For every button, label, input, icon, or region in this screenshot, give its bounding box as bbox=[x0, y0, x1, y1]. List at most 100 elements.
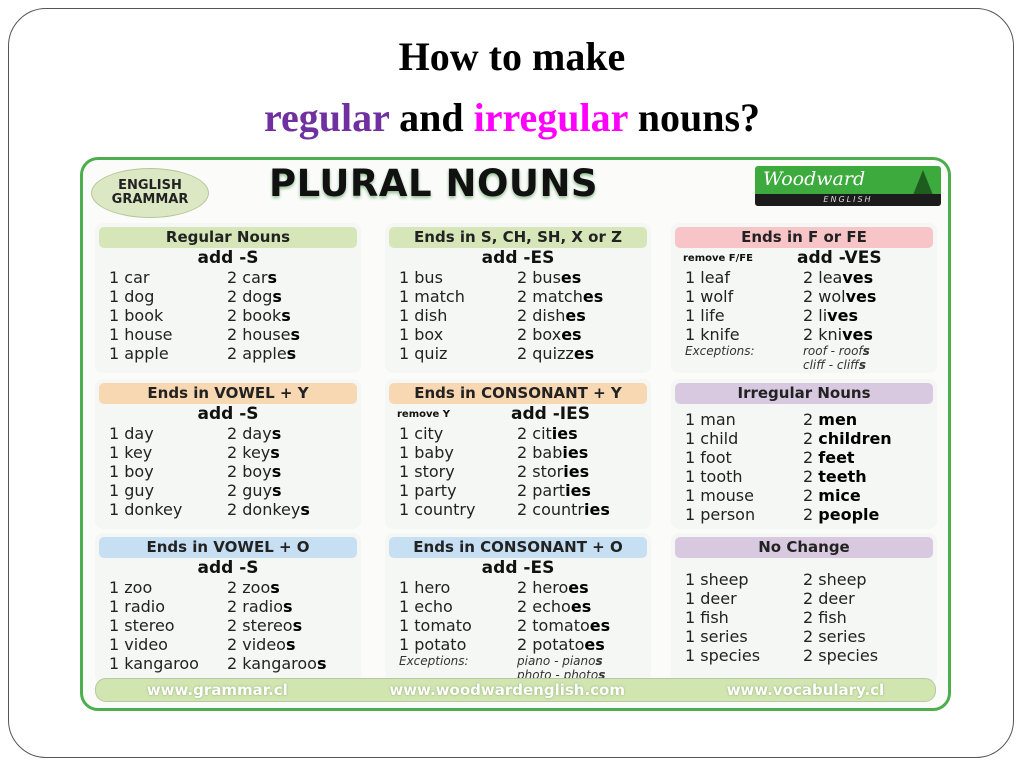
plural-stem: 2 bbox=[803, 505, 819, 524]
noun-row: 1 book 2 books bbox=[109, 306, 361, 325]
noun-row: 1 apple 2 apples bbox=[109, 344, 361, 363]
plural: 2 echoes bbox=[517, 597, 591, 616]
noun-row: 1 car 2 cars bbox=[109, 268, 361, 287]
plural: 2 quizzes bbox=[517, 344, 594, 363]
plural: 2 stories bbox=[517, 462, 589, 481]
noun-row: 1 person 2 people bbox=[685, 505, 937, 524]
logo-name: Woodward bbox=[763, 168, 866, 190]
noun-list: 1 bus 2 buses 1 match 2 matches 1 dish 2 dish… bbox=[385, 268, 651, 363]
plural-ending: people bbox=[818, 505, 880, 524]
plural-stem: 2 bbox=[803, 448, 819, 467]
noun-row: 1 life 2 lives bbox=[685, 306, 937, 325]
noun-row: 1 zoo 2 zoos bbox=[109, 578, 361, 597]
singular: 1 life bbox=[685, 306, 725, 325]
plural: 2 apples bbox=[227, 344, 296, 363]
plural-stem: 2 stereo bbox=[227, 616, 293, 635]
singular: 1 box bbox=[399, 325, 444, 344]
section-heading: Irregular Nouns bbox=[675, 383, 933, 404]
plural-ending: es bbox=[565, 306, 586, 325]
title-word-regular: regular bbox=[263, 95, 390, 140]
plural: 2 boys bbox=[227, 462, 281, 481]
plural-stem: 2 day bbox=[227, 424, 272, 443]
singular: 1 country bbox=[399, 500, 476, 519]
noun-list: 1 zoo 2 zoos 1 radio 2 radios 1 stereo 2 ster… bbox=[95, 578, 361, 673]
noun-row: 1 quiz 2 quizzes bbox=[399, 344, 651, 363]
plural: 2 buses bbox=[517, 268, 581, 287]
singular: 1 match bbox=[399, 287, 465, 306]
plural-stem: 2 echo bbox=[517, 597, 571, 616]
exceptions-label: Exceptions: bbox=[399, 654, 469, 668]
plural-stem: 2 hero bbox=[517, 578, 569, 597]
section-heading: Ends in F or FE bbox=[675, 227, 933, 248]
rule-text: add -S bbox=[197, 248, 259, 268]
noun-row: 1 deer 2 deer bbox=[685, 589, 937, 608]
plural: 2 dogs bbox=[227, 287, 282, 306]
singular: 1 donkey bbox=[109, 500, 183, 519]
exception-stem: piano - piano bbox=[517, 654, 596, 668]
section-rule: add -S bbox=[95, 558, 361, 578]
plural-ending: s bbox=[272, 481, 282, 500]
section-consonant-o: Ends in CONSONANT + Oadd -ES 1 hero 2 hero… bbox=[385, 533, 651, 683]
plural-ending: children bbox=[818, 429, 892, 448]
plural-stem: 2 sheep bbox=[803, 570, 867, 589]
footer-link-vocabulary[interactable]: www.vocabulary.cl bbox=[727, 681, 885, 699]
section-rule: add -ES bbox=[385, 558, 651, 578]
section-consonant-y: Ends in CONSONANT + Yremove Yadd -IES 1 c… bbox=[385, 379, 651, 529]
plural: 2 dishes bbox=[517, 306, 586, 325]
section-ends-s-ch-sh-x-z: Ends in S, CH, SH, X or Zadd -ES 1 bus 2 b… bbox=[385, 223, 651, 373]
plural: 2 cities bbox=[517, 424, 578, 443]
section-heading: Ends in S, CH, SH, X or Z bbox=[389, 227, 647, 248]
title-word-nouns: nouns? bbox=[627, 95, 761, 140]
footer-links: www.grammar.cl www.woodwardenglish.com w… bbox=[95, 678, 936, 702]
plural-ending: es bbox=[560, 268, 582, 287]
exception-ending: s bbox=[862, 344, 870, 358]
noun-row: 1 party 2 parties bbox=[399, 481, 651, 500]
section-no-change: No Change 1 sheep 2 sheep 1 deer 2 deer 1 fis… bbox=[671, 533, 937, 683]
plural: 2 houses bbox=[227, 325, 300, 344]
singular: 1 child bbox=[685, 429, 739, 448]
section-rule: add -ES bbox=[385, 248, 651, 268]
footer-link-woodward[interactable]: www.woodwardenglish.com bbox=[389, 681, 625, 699]
exceptions-label: Exceptions: bbox=[685, 344, 755, 358]
noun-row: 1 hero 2 heroes bbox=[399, 578, 651, 597]
singular: 1 potato bbox=[399, 635, 467, 654]
noun-row: 1 foot 2 feet bbox=[685, 448, 937, 467]
plural-ending: s bbox=[271, 462, 282, 481]
plural-ending: s bbox=[286, 344, 297, 363]
plural-ending: s bbox=[300, 500, 310, 519]
singular: 1 party bbox=[399, 481, 457, 500]
section-heading: Ends in CONSONANT + O bbox=[389, 537, 647, 558]
plural-ending: ves bbox=[845, 287, 877, 306]
singular: 1 baby bbox=[399, 443, 454, 462]
plural-ending: ves bbox=[842, 325, 873, 344]
plural-ending: es bbox=[582, 287, 604, 306]
plural-stem: 2 fish bbox=[803, 608, 847, 627]
noun-row: 1 man 2 men bbox=[685, 410, 937, 429]
exception-ending: s bbox=[595, 654, 603, 668]
noun-list: 1 hero 2 heroes 1 echo 2 echoes 1 tomato 2 to… bbox=[385, 578, 651, 682]
plural: 2 heroes bbox=[517, 578, 589, 597]
plural-stem: 2 deer bbox=[803, 589, 855, 608]
plural: 2 deer bbox=[803, 589, 855, 608]
section-heading: Ends in VOWEL + O bbox=[99, 537, 357, 558]
singular: 1 apple bbox=[109, 344, 169, 363]
plural-ending: ies bbox=[562, 443, 589, 462]
plural-stem: 2 video bbox=[227, 635, 286, 654]
singular: 1 stereo bbox=[109, 616, 175, 635]
plural-stem: 2 tomato bbox=[517, 616, 590, 635]
plural-stem: 2 part bbox=[517, 481, 566, 500]
plural-stem: 2 car bbox=[227, 268, 268, 287]
singular: 1 dog bbox=[109, 287, 155, 306]
plural-stem: 2 apple bbox=[227, 344, 287, 363]
plural-stem: 2 book bbox=[227, 306, 282, 325]
noun-row: 1 species 2 species bbox=[685, 646, 937, 665]
poster-title: PLURAL NOUNS bbox=[269, 162, 599, 205]
plural-ending: ies bbox=[565, 481, 591, 500]
singular: 1 echo bbox=[399, 597, 453, 616]
english-grammar-badge: ENGLISH GRAMMAR bbox=[91, 168, 209, 218]
noun-row: 1 tooth 2 teeth bbox=[685, 467, 937, 486]
footer-link-grammar[interactable]: www.grammar.cl bbox=[147, 681, 288, 699]
exception: cliff - cliffs bbox=[803, 358, 866, 372]
singular: 1 dish bbox=[399, 306, 448, 325]
singular: 1 key bbox=[109, 443, 153, 462]
